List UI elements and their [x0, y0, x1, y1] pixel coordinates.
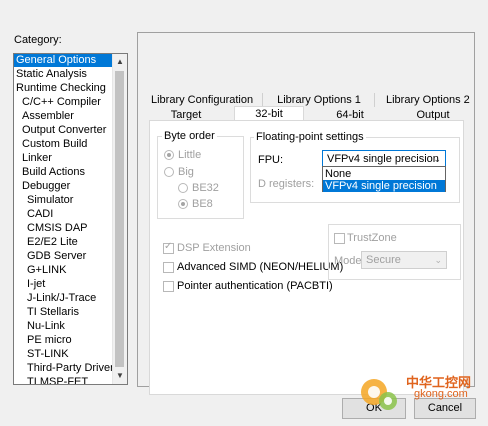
- little-radio[interactable]: [164, 150, 174, 160]
- advanced-simd-label: Advanced SIMD (NEON/HELIUM): [177, 261, 344, 273]
- category-item[interactable]: Custom Build: [22, 138, 87, 151]
- advanced-simd-checkbox[interactable]: [163, 262, 174, 273]
- be8-label: BE8: [192, 198, 213, 210]
- chevron-down-icon: ⌄: [433, 154, 441, 164]
- be8-radio[interactable]: [178, 199, 188, 209]
- category-item[interactable]: PE micro: [27, 334, 72, 347]
- watermark-url: gkong.com: [414, 388, 468, 400]
- big-label: Big: [178, 166, 194, 178]
- trustzone-label: TrustZone: [347, 232, 397, 244]
- pointer-authentication-checkbox[interactable]: [163, 281, 174, 292]
- category-item[interactable]: Output Converter: [22, 124, 106, 137]
- category-item[interactable]: Simulator: [27, 194, 73, 207]
- category-scrollbar[interactable]: ▲ ▼: [112, 54, 127, 384]
- category-item[interactable]: TI MSP-FET: [27, 376, 88, 384]
- category-item[interactable]: Build Actions: [22, 166, 85, 179]
- mode-label: Mode:: [334, 255, 365, 267]
- category-item[interactable]: CMSIS DAP: [27, 222, 88, 235]
- scrollbar-thumb[interactable]: [115, 71, 124, 367]
- fpu-option-vfpv4[interactable]: VFPv4 single precision: [323, 180, 445, 192]
- mode-select-value: Secure: [366, 254, 401, 266]
- category-item[interactable]: CADI: [27, 208, 53, 221]
- category-item[interactable]: C/C++ Compiler: [22, 96, 101, 109]
- category-item[interactable]: GDB Server: [27, 250, 86, 263]
- category-item[interactable]: G+LINK: [27, 264, 66, 277]
- category-item[interactable]: TI Stellaris: [27, 306, 79, 319]
- fpu-label: FPU:: [258, 154, 284, 166]
- category-item[interactable]: I-jet: [27, 278, 45, 291]
- floating-point-title: Floating-point settings: [254, 131, 366, 143]
- category-item[interactable]: Runtime Checking: [16, 82, 106, 95]
- category-item[interactable]: Debugger: [22, 180, 70, 193]
- gear-logo-icon: [361, 379, 397, 410]
- watermark: 中华工控网 gkong.com: [352, 368, 482, 418]
- category-item[interactable]: Nu-Link: [27, 320, 65, 333]
- category-item[interactable]: General Options: [14, 54, 127, 67]
- category-item[interactable]: E2/E2 Lite: [27, 236, 78, 249]
- tab-separator: [374, 93, 375, 107]
- be32-radio[interactable]: [178, 183, 188, 193]
- tab-separator: [262, 93, 263, 107]
- fpu-dropdown-list[interactable]: None VFPv4 single precision: [322, 166, 446, 192]
- trustzone-checkbox[interactable]: [334, 233, 345, 244]
- fpu-select-value: VFPv4 single precision: [327, 153, 439, 165]
- category-item[interactable]: Assembler: [22, 110, 74, 123]
- tab-library-options-2[interactable]: Library Options 2: [386, 93, 470, 108]
- dsp-extension-label: DSP Extension: [177, 242, 251, 254]
- category-list[interactable]: General Options Static Analysis Runtime …: [13, 53, 128, 385]
- little-label: Little: [178, 149, 202, 161]
- pointer-authentication-label: Pointer authentication (PACBTI): [177, 280, 333, 292]
- category-item[interactable]: Static Analysis: [16, 68, 87, 81]
- dsp-extension-checkbox[interactable]: [163, 241, 174, 254]
- fpu-option-none[interactable]: None: [323, 168, 445, 180]
- mode-select[interactable]: Secure ⌄: [361, 251, 447, 269]
- big-radio[interactable]: [164, 167, 174, 177]
- d-registers-label: D registers:: [258, 178, 315, 190]
- chevron-down-icon: ⌄: [434, 255, 442, 265]
- category-item[interactable]: ST-LINK: [27, 348, 69, 361]
- byte-order-title: Byte order: [162, 130, 217, 142]
- category-item[interactable]: Third-Party Driver: [27, 362, 114, 375]
- category-item[interactable]: J-Link/J-Trace: [27, 292, 96, 305]
- scroll-up-icon[interactable]: ▲: [113, 54, 127, 70]
- category-item[interactable]: Linker: [22, 152, 52, 165]
- scroll-down-icon[interactable]: ▼: [113, 368, 127, 384]
- category-label: Category:: [14, 34, 62, 46]
- be32-label: BE32: [192, 182, 219, 194]
